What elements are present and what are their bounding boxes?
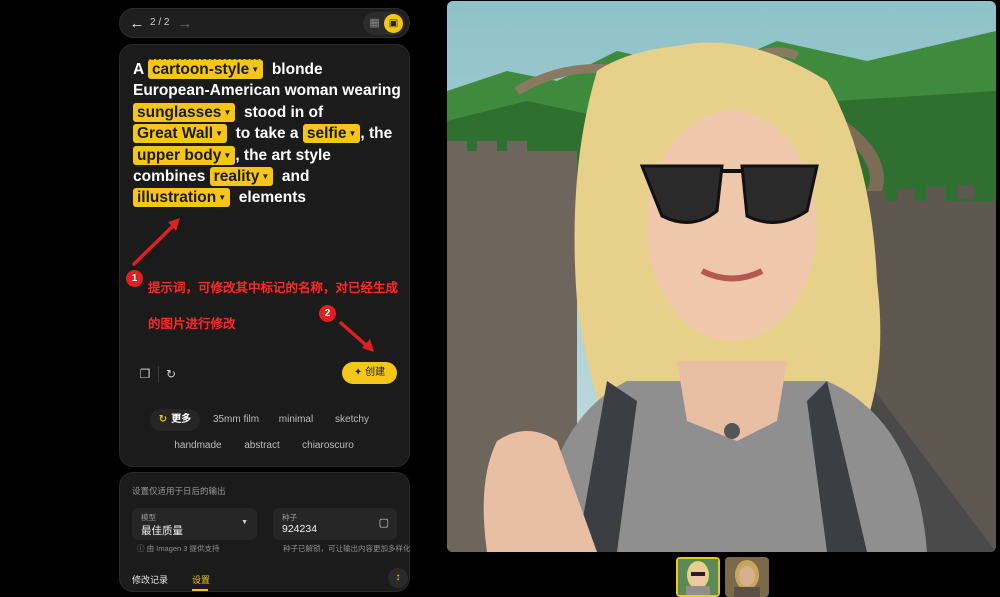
refresh-icon: ↻ — [158, 414, 168, 425]
generated-image-artwork — [447, 1, 996, 552]
view-toggle: ▦ ▣ — [363, 12, 405, 35]
annotation-note-line2: 的图片进行修改 — [148, 317, 236, 331]
annotation-badge-1: 1 — [126, 270, 143, 287]
dropdown-caret-icon: ▼ — [241, 519, 248, 526]
prompt-word: to take a — [235, 125, 299, 143]
chevron-down-icon: ▼ — [261, 172, 270, 182]
create-button-label: 创建 — [365, 367, 386, 378]
copy-icon[interactable]: ❐ — [135, 364, 155, 384]
seed-field[interactable]: 种子 924234 ▢ — [273, 508, 397, 540]
tab-active-indicator — [192, 589, 208, 591]
chip-label: sunglasses — [137, 103, 222, 121]
prompt-chip-illustration[interactable]: illustration ▼ — [133, 188, 231, 208]
chevron-down-icon: ▼ — [218, 193, 227, 203]
prompt-word: combines — [133, 168, 206, 186]
chevron-down-icon: ▼ — [215, 129, 224, 139]
style-chip[interactable]: handmade — [172, 435, 224, 457]
prompt-chip-cartoon-style[interactable]: cartoon-style ▼ — [147, 59, 264, 79]
prompt-word: A — [133, 61, 144, 78]
prompt-word: , the — [360, 125, 393, 143]
result-counter: 2 / 2 — [150, 17, 170, 28]
result-nav-bar: ← 2 / 2 → ▦ ▣ — [119, 8, 410, 38]
chevron-down-icon: ▼ — [251, 65, 260, 74]
style-chip[interactable]: sketchy — [329, 409, 375, 431]
style-chip[interactable]: minimal — [275, 409, 317, 431]
seed-note: 种子已解锁，可让输出内容更加多样化 — [283, 544, 411, 553]
chevron-down-icon: ▼ — [223, 107, 232, 117]
seed-value: 924234 — [282, 523, 318, 535]
back-arrow-icon[interactable]: ← — [128, 15, 146, 33]
prompt-word: stood in of — [243, 103, 324, 121]
info-icon: ⓘ — [137, 544, 145, 553]
annotation-note-line1: 提示词，可修改其中标记的名称，对已经生成 — [148, 281, 399, 295]
chevron-down-icon: ▼ — [348, 129, 357, 139]
annotation-badge-2: 2 — [319, 305, 336, 322]
prompt-word: European-American woman wearing — [133, 82, 401, 100]
prompt-word: , the art style — [235, 146, 331, 164]
chip-label: cartoon-style — [151, 61, 250, 78]
model-value: 最佳质量 — [141, 525, 183, 537]
unlock-icon[interactable]: ▢ — [379, 516, 389, 529]
model-label: 模型 — [141, 513, 156, 522]
prompt-chip-reality[interactable]: reality ▼ — [209, 167, 274, 187]
prompt-chip-upper-body[interactable]: upper body ▼ — [133, 145, 236, 165]
prompt-chip-selfie[interactable]: selfie ▼ — [302, 124, 361, 144]
thumbnail-2-image — [725, 557, 769, 597]
reset-icon[interactable]: ↻ — [161, 364, 181, 384]
annotation-arrow-2 — [339, 321, 374, 352]
prompt-word: blonde — [271, 61, 323, 78]
more-styles-button[interactable]: ↻ 更多 — [150, 409, 200, 431]
create-button[interactable]: ✦ 创建 — [342, 362, 397, 384]
chip-label: selfie — [306, 125, 347, 143]
settings-note: 设置仅适用于日后的输出 — [132, 486, 226, 496]
thumbnail-1-image — [678, 559, 718, 595]
chevron-down-icon: ▼ — [223, 150, 232, 160]
model-select[interactable]: 模型 最佳质量 ▼ — [132, 508, 257, 540]
prompt-word: elements — [238, 189, 306, 207]
tab-history[interactable]: 修改记录 — [132, 573, 168, 586]
model-powered-by-text: 由 Imagen 3 提供支持 — [146, 544, 220, 553]
annotation-arrow-1 — [132, 218, 180, 266]
prompt-chip-sunglasses[interactable]: sunglasses ▼ — [133, 102, 236, 122]
single-view-icon[interactable]: ▣ — [384, 14, 403, 33]
model-powered-by: ⓘ 由 Imagen 3 提供支持 — [137, 543, 220, 554]
prompt-chip-great-wall[interactable]: Great Wall ▼ — [133, 124, 228, 144]
style-chip[interactable]: abstract — [238, 435, 286, 457]
seed-label: 种子 — [282, 513, 297, 522]
sparkle-icon: ✦ — [353, 367, 363, 378]
chip-label: illustration — [137, 189, 217, 207]
prompt-word: and — [281, 168, 310, 186]
divider — [158, 366, 159, 382]
generated-image[interactable] — [447, 1, 996, 552]
chip-label: upper body — [137, 146, 222, 164]
style-chip[interactable]: chiaroscuro — [298, 435, 358, 457]
chip-label: Great Wall — [137, 125, 214, 143]
thumbnail-1[interactable] — [676, 557, 720, 597]
tab-settings[interactable]: 设置 — [192, 573, 210, 586]
prompt-text[interactable]: A cartoon-style ▼ blonde European-America… — [133, 58, 403, 209]
thumbnail-2[interactable] — [725, 557, 769, 597]
collapse-icon[interactable]: ↕ — [388, 568, 408, 588]
forward-arrow-icon[interactable]: → — [176, 15, 194, 33]
grid-view-icon[interactable]: ▦ — [366, 15, 383, 32]
style-chip[interactable]: 35mm film — [208, 409, 264, 431]
more-styles-label: 更多 — [171, 414, 192, 425]
chip-label: reality — [213, 168, 260, 186]
